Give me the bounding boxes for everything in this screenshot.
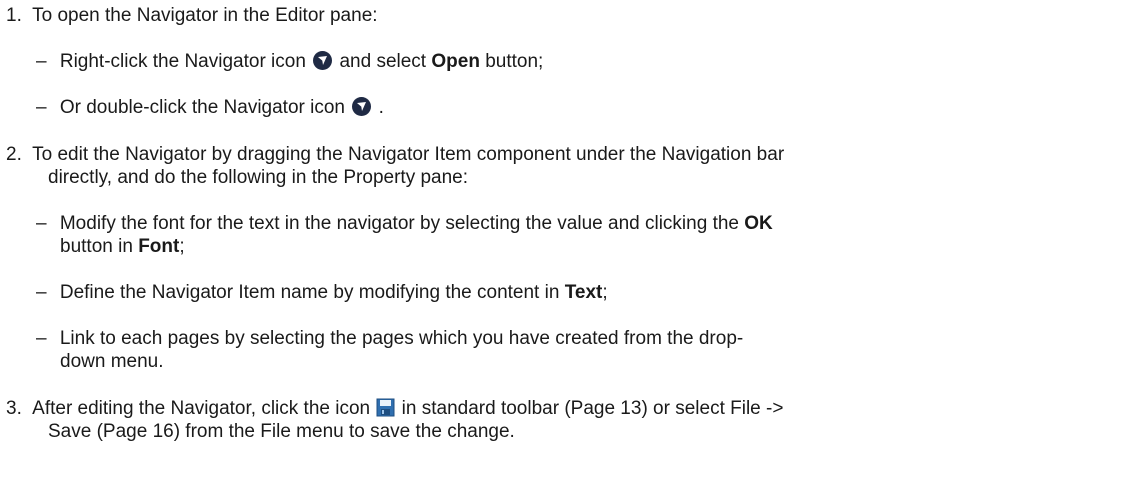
step-text: To open the Navigator in the Editor pane… xyxy=(32,5,378,26)
step-2-line-1: 2. To edit the Navigator by dragging the… xyxy=(6,143,784,167)
sub-text: . xyxy=(378,97,384,118)
sub-text: Define the Navigator Item name by modify… xyxy=(59,282,560,303)
sub-text: down menu. xyxy=(60,351,164,372)
sub-text: Link to each pages by selecting the page… xyxy=(59,328,744,349)
step-number: 2. xyxy=(6,144,22,165)
open-label: Open xyxy=(431,51,480,72)
step-text: Save (Page 16) from the File menu to sav… xyxy=(48,421,515,442)
step-text: After editing the Navigator, click the i… xyxy=(32,398,371,419)
sub-text: and select xyxy=(339,51,427,72)
step-1: 1. To open the Navigator in the Editor p… xyxy=(6,4,378,28)
sub-text: Modify the font for the text in the navi… xyxy=(59,213,739,234)
sub-text: button; xyxy=(485,51,544,72)
dash-bullet: – xyxy=(36,328,47,349)
step-3-line-1: 3. After editing the Navigator, click th… xyxy=(6,397,783,421)
dash-bullet: – xyxy=(36,282,47,303)
step-text: in standard toolbar (Page 13) or select … xyxy=(401,398,784,419)
ok-label: OK xyxy=(744,213,773,234)
step-number: 1. xyxy=(6,5,22,26)
step-text: To edit the Navigator by dragging the Na… xyxy=(32,144,785,165)
font-label: Font xyxy=(138,236,180,257)
sub-text: ; xyxy=(179,236,185,257)
sub-text: Or double-click the Navigator icon xyxy=(59,97,345,118)
step-2-sub-3-cont: down menu. xyxy=(60,350,164,374)
dash-bullet: – xyxy=(36,97,47,118)
dash-bullet: – xyxy=(36,213,47,234)
floppy-disk-save-icon xyxy=(376,398,395,417)
sub-text: ; xyxy=(602,282,608,303)
sub-text: Right-click the Navigator icon xyxy=(59,51,306,72)
navigator-icon xyxy=(313,51,333,70)
step-1-sub-2: – Or double-click the Navigator icon . xyxy=(36,96,384,120)
step-2-sub-3: – Link to each pages by selecting the pa… xyxy=(36,327,743,351)
sub-text: button in xyxy=(60,236,133,257)
step-2-sub-2: – Define the Navigator Item name by modi… xyxy=(36,281,608,305)
step-3-line-2: Save (Page 16) from the File menu to sav… xyxy=(48,420,515,444)
step-number: 3. xyxy=(6,398,22,419)
step-text: directly, and do the following in the Pr… xyxy=(48,167,469,188)
navigator-icon xyxy=(352,97,372,116)
step-2-sub-1: – Modify the font for the text in the na… xyxy=(36,212,773,236)
step-1-sub-1: – Right-click the Navigator icon and sel… xyxy=(36,50,543,74)
step-2-sub-1-cont: button in Font; xyxy=(60,235,185,259)
dash-bullet: – xyxy=(36,51,47,72)
step-2-line-2: directly, and do the following in the Pr… xyxy=(48,166,468,190)
text-label: Text xyxy=(564,282,603,303)
